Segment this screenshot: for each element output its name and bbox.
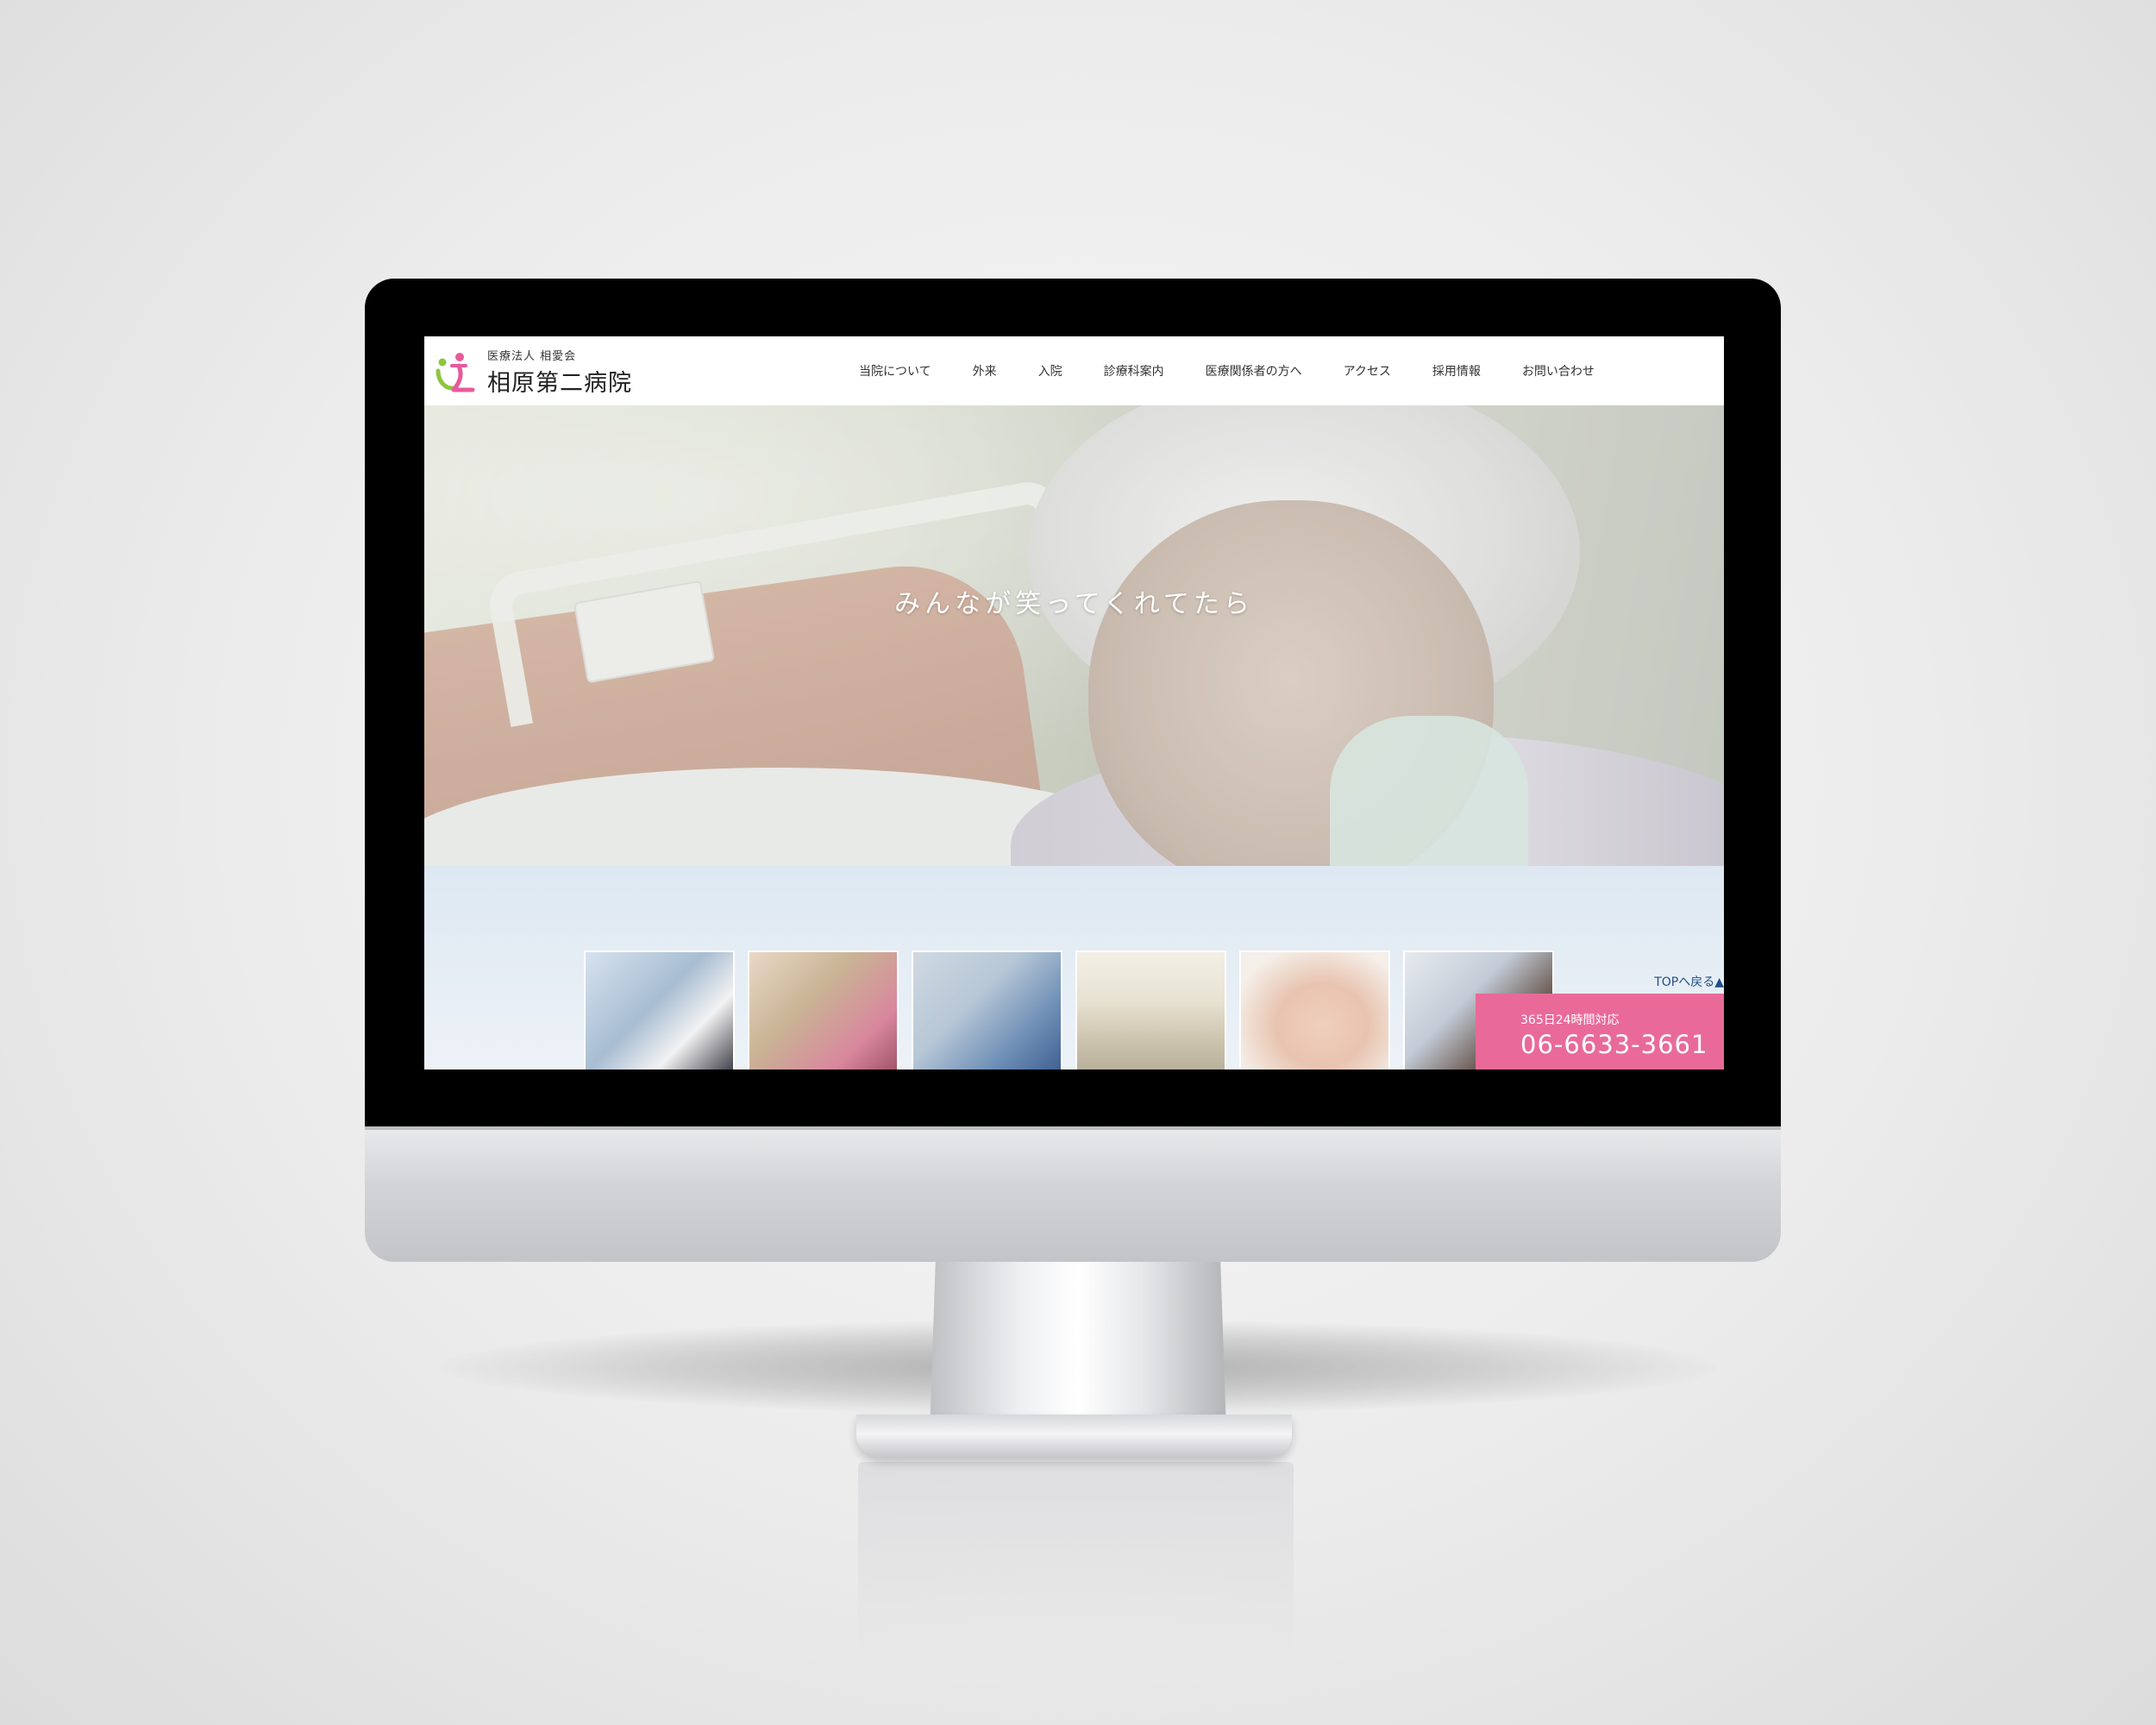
nav-item-inpatient[interactable]: 入院: [1038, 362, 1062, 380]
nav-item-recruit[interactable]: 採用情報: [1432, 362, 1481, 380]
logo-subtitle[interactable]: 医療法人 相愛会: [487, 347, 576, 363]
nav-item-contact[interactable]: お問い合わせ: [1522, 362, 1595, 380]
gallery-photo-ward[interactable]: [1075, 950, 1226, 1070]
phone-availability-note: 365日24時間対応: [1520, 1013, 1620, 1027]
logo-title[interactable]: 相原第二病院: [487, 364, 632, 398]
monitor-screen: 医療法人 相愛会 相原第二病院 当院について 外来 入院 診療科案内 医療関係者…: [424, 336, 1724, 1070]
back-to-top-link[interactable]: TOPへ戻る▲: [1654, 973, 1724, 990]
nav-item-outpatient[interactable]: 外来: [973, 362, 997, 380]
gallery-photo-nurse[interactable]: [748, 950, 899, 1070]
phone-contact-button[interactable]: 365日24時間対応 06-6633-3661: [1476, 994, 1724, 1070]
stand-reflection: [858, 1462, 1294, 1660]
monitor-chin: [365, 1126, 1781, 1262]
main-nav: 当院について 外来 入院 診療科案内 医療関係者の方へ アクセス 採用情報 お問…: [838, 336, 1615, 405]
site-header: 医療法人 相愛会 相原第二病院 当院について 外来 入院 診療科案内 医療関係者…: [424, 336, 1724, 405]
nav-item-about[interactable]: 当院について: [859, 362, 931, 380]
phone-number[interactable]: 06-6633-3661: [1520, 1030, 1708, 1059]
photo-gallery: [584, 950, 1554, 1070]
gallery-photo-treatment[interactable]: [912, 950, 1062, 1070]
nav-item-medical-professionals[interactable]: 医療関係者の方へ: [1206, 362, 1302, 380]
monitor-stand: [930, 1259, 1226, 1432]
hospital-logo-icon[interactable]: [433, 348, 481, 397]
gallery-photo-hands[interactable]: [1239, 950, 1390, 1070]
hero-tagline: みんなが笑ってくれてたら: [894, 589, 1254, 619]
hero-banner: みんなが笑ってくれてたら: [424, 405, 1724, 866]
feature-section: TOPへ戻る▲ 365日24時間対応 06-6633-3661: [424, 866, 1724, 1070]
nav-item-departments[interactable]: 診療科案内: [1104, 362, 1164, 380]
nav-item-access[interactable]: アクセス: [1344, 362, 1391, 380]
monitor-stand-base: [856, 1414, 1292, 1458]
gallery-photo-reception[interactable]: [584, 950, 735, 1070]
